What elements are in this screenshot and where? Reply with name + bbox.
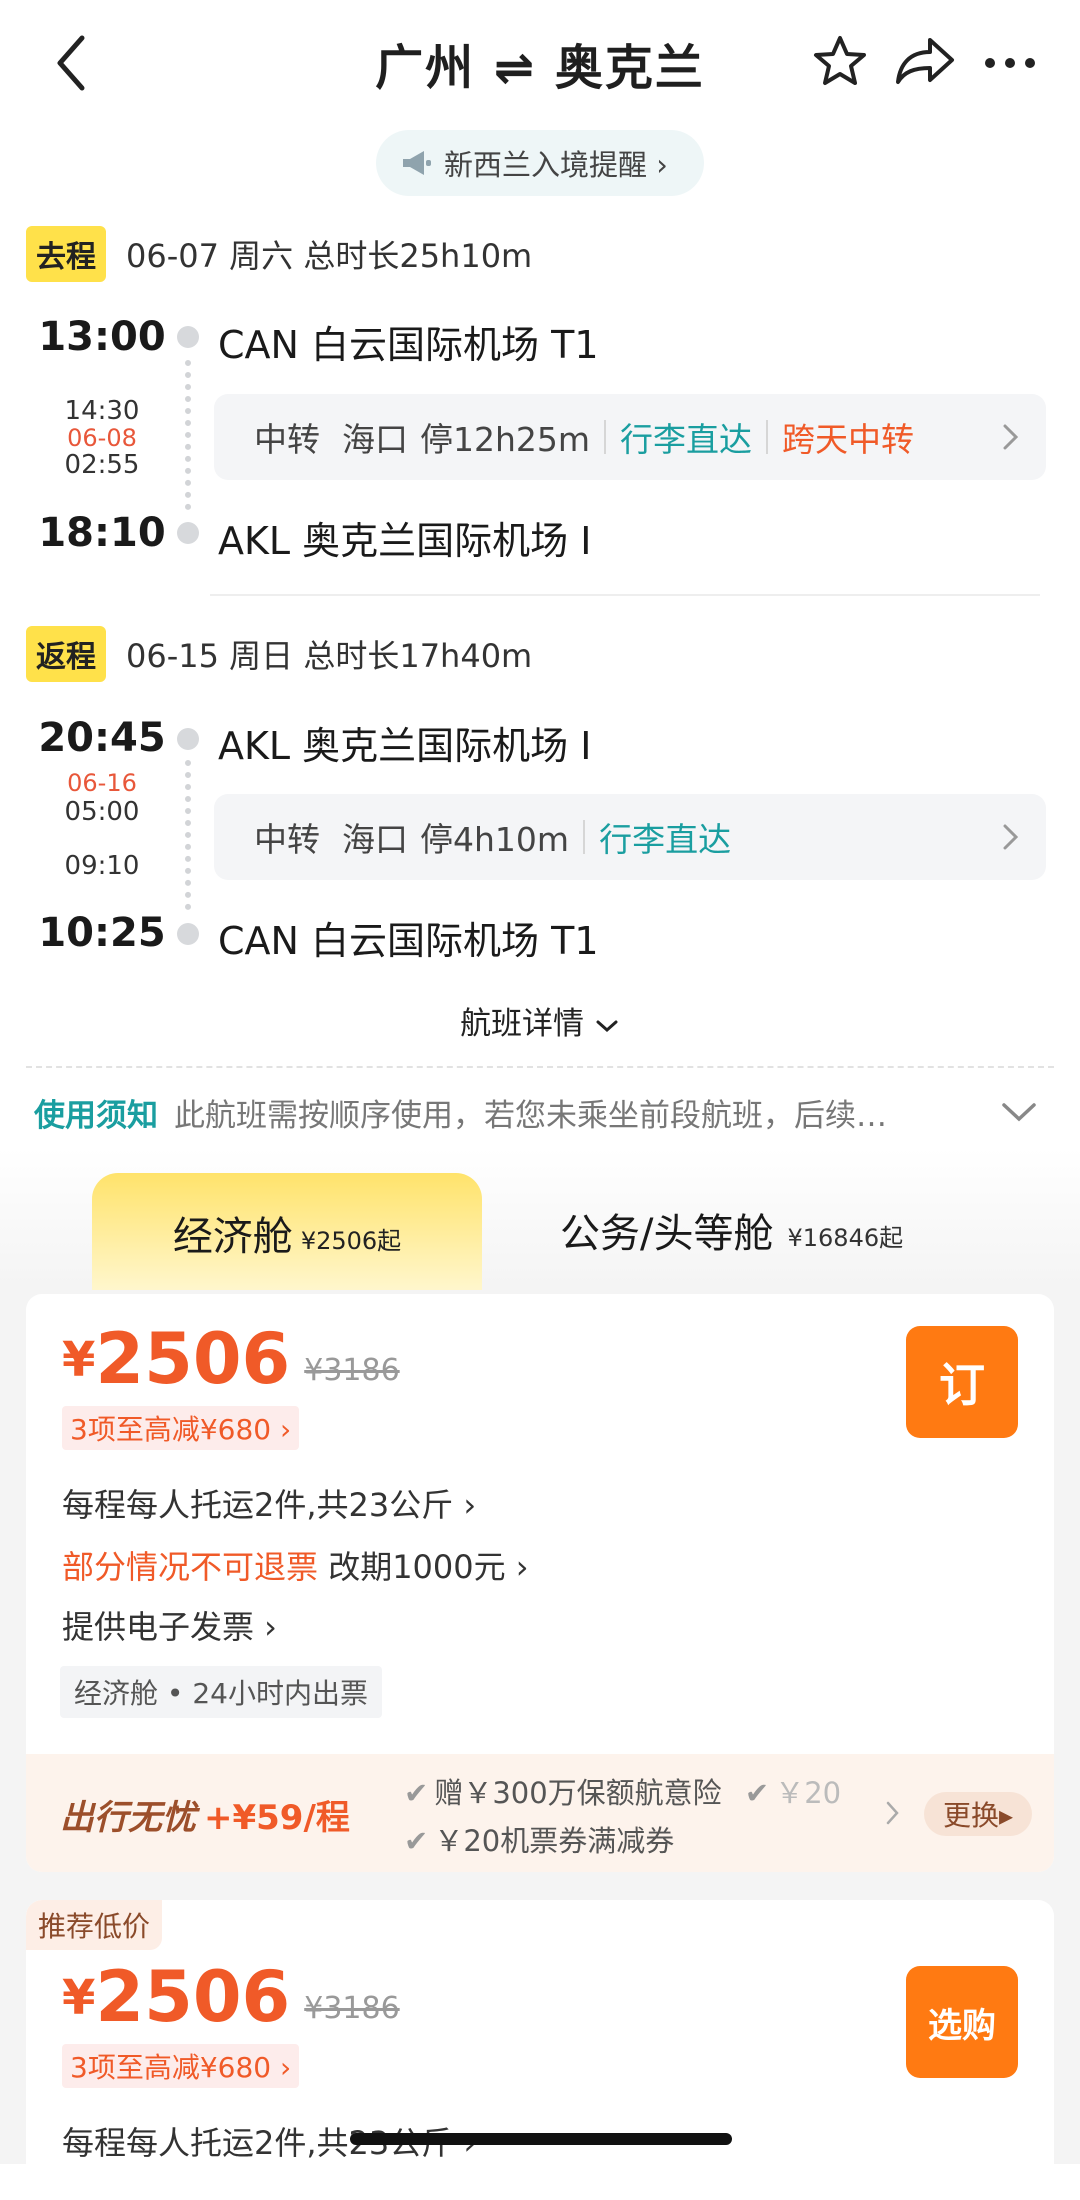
fare-price-row: ¥ 2506 ¥3186 <box>62 1962 400 2032</box>
timeline-line <box>185 760 191 910</box>
entry-notice-chip[interactable]: 新西兰入境提醒 › <box>376 130 704 196</box>
outbound-arrival-time: 18:10 <box>38 510 166 556</box>
outbound-transfer-card[interactable]: 中转 海口 停12h25m 行李直达 跨天中转 <box>214 394 1046 480</box>
megaphone-icon <box>403 151 431 175</box>
change-fee: 改期1000元 › <box>318 1548 529 1586</box>
home-indicator <box>350 2133 732 2145</box>
insurance-title: 出行无忧 <box>60 1798 196 1838</box>
return-transfer-card[interactable]: 中转 海口 停4h10m 行李直达 <box>214 794 1046 880</box>
fare-card[interactable]: ¥ 2506 ¥3186 3项至高减¥680 › 订 每程每人托运2件,共23公… <box>26 1294 1054 1872</box>
refund-warning: 部分情况不可退票 <box>62 1548 319 1586</box>
transfer-stay: 停4h10m <box>420 820 570 859</box>
share-icon[interactable] <box>892 30 958 90</box>
usage-rules-text: 此航班需按顺序使用，若您未乘坐前段航班，后续… <box>174 1098 887 1134</box>
fare-price-row: ¥ 2506 ¥3186 <box>62 1324 400 1394</box>
tab-economy-name: 经济舱 <box>172 1214 293 1260</box>
chevron-right-icon <box>1003 824 1019 850</box>
check-icon: ✔ <box>404 1824 429 1858</box>
discount-badge[interactable]: 3项至高减¥680 › <box>62 2044 300 2088</box>
insurance-benefit-2: ✔ ￥20机票券满减券 <box>404 1824 675 1858</box>
chevron-down-icon <box>596 1020 618 1032</box>
return-stop-depart: 09:10 <box>64 851 140 881</box>
separator <box>766 420 769 454</box>
fare-card[interactable]: 推荐低价 ¥ 2506 ¥3186 3项至高减¥680 › 选购 每程每人托运2… <box>26 1900 1054 2200</box>
invoice-info[interactable]: 提供电子发票 › <box>62 1602 277 1648</box>
check-icon: ✔ <box>744 1776 770 1810</box>
timeline-dot <box>177 326 199 348</box>
baggage-allowance[interactable]: 每程每人托运2件,共23公斤 › <box>62 1480 476 1526</box>
fare-price: 2506 <box>95 1956 291 2038</box>
chevron-right-icon <box>886 1801 899 1825</box>
select-purchase-button[interactable]: 选购 <box>906 1966 1018 2078</box>
cabin-ticketing-tag: 经济舱 • 24小时内出票 <box>60 1666 382 1718</box>
fare-original-price: ¥3186 <box>304 1991 400 2026</box>
fare-original-price: ¥3186 <box>304 1353 400 1388</box>
baggage-through-badge: 行李直达 <box>620 420 753 459</box>
favorite-star-icon[interactable] <box>810 32 870 92</box>
timeline-dot <box>177 522 199 544</box>
transfer-label: 中转 <box>254 420 320 459</box>
top-nav-bar: 广州 ⇌ 奥克兰 <box>0 0 1080 125</box>
book-button[interactable]: 订 <box>906 1326 1018 1438</box>
more-options-icon[interactable] <box>980 36 1040 90</box>
outbound-arrival-airport: AKL 奥克兰国际机场 I <box>218 519 592 563</box>
travel-insurance-banner[interactable]: 出行无忧 +¥59/程 ✔ 赠￥300万保额航意险 ✔ ￥20 ✔ ￥20机票券满减券… <box>26 1754 1054 1872</box>
outbound-tag: 去程 <box>26 226 106 282</box>
transfer-city: 海口 <box>342 820 408 859</box>
fare-list: ¥ 2506 ¥3186 3项至高减¥680 › 订 每程每人托运2件,共23公… <box>0 1290 1080 2200</box>
discount-badge[interactable]: 3项至高减¥680 › <box>62 1406 300 1450</box>
separator <box>604 420 607 454</box>
timeline-dot <box>177 923 199 945</box>
timeline-line <box>185 360 191 510</box>
insurance-price: +¥59/程 <box>204 1798 350 1838</box>
usage-rules-label: 使用须知 <box>34 1098 158 1134</box>
fare-currency: ¥ <box>62 1332 96 1388</box>
tab-business-first[interactable]: 公务/头等舱 ¥16846起 <box>560 1195 903 1265</box>
outbound-stop-arrive: 14:30 <box>64 396 140 426</box>
fare-price: 2506 <box>95 1318 291 1400</box>
check-icon: ✔ <box>404 1776 429 1810</box>
change-insurance-button[interactable]: 更换▸ <box>924 1792 1032 1836</box>
chevron-down-icon[interactable] <box>1000 1100 1038 1124</box>
return-arrival-airport: CAN 白云国际机场 T1 <box>218 919 599 963</box>
fare-currency: ¥ <box>62 1970 96 2026</box>
tab-economy-price: ¥2506起 <box>300 1226 402 1255</box>
refund-policy[interactable]: 部分情况不可退票 改期1000元 › <box>62 1542 529 1588</box>
baggage-through-badge: 行李直达 <box>599 820 732 859</box>
usage-rules[interactable]: 使用须知 此航班需按顺序使用，若您未乘坐前段航班，后续… <box>34 1090 1044 1135</box>
return-arrival-time: 10:25 <box>38 910 166 956</box>
return-summary: 06-15 周日 总时长17h40m <box>126 637 533 675</box>
recommended-tag: 推荐低价 <box>26 1900 163 1950</box>
outbound-stop-date: 06-08 <box>67 424 137 452</box>
tab-business-name: 公务/头等舱 <box>560 1211 774 1257</box>
timeline-dot <box>177 728 199 750</box>
return-stop-arrive: 05:00 <box>64 797 140 827</box>
entry-notice-label: 新西兰入境提醒 › <box>444 148 668 182</box>
flight-details-label: 航班详情 <box>460 1006 585 1042</box>
outbound-departure-airport: CAN 白云国际机场 T1 <box>218 323 599 367</box>
outbound-departure-time: 13:00 <box>38 314 166 360</box>
overnight-transfer-badge: 跨天中转 <box>782 420 915 459</box>
transfer-label: 中转 <box>254 820 320 859</box>
return-departure-time: 20:45 <box>38 715 166 761</box>
outbound-summary: 06-07 周六 总时长25h10m <box>126 237 533 275</box>
flight-details-toggle[interactable]: 航班详情 <box>0 998 1080 1043</box>
transfer-city: 海口 <box>342 420 408 459</box>
separator <box>583 820 586 854</box>
dashed-divider <box>26 1066 1054 1068</box>
section-divider <box>210 594 1040 596</box>
return-tag: 返程 <box>26 626 106 682</box>
chevron-right-icon <box>1003 424 1019 450</box>
outbound-header: 去程 06-07 周六 总时长25h10m <box>26 226 533 282</box>
return-stop-date: 06-16 <box>67 769 137 797</box>
return-departure-airport: AKL 奥克兰国际机场 I <box>218 724 592 768</box>
insurance-benefit-1: ✔ 赠￥300万保额航意险 ✔ ￥20 <box>404 1776 842 1810</box>
return-header: 返程 06-15 周日 总时长17h40m <box>26 626 533 682</box>
transfer-stay: 停12h25m <box>420 420 591 459</box>
tab-business-price: ¥16846起 <box>787 1223 904 1252</box>
tab-economy[interactable]: 经济舱 ¥2506起 <box>92 1173 482 1293</box>
outbound-stop-depart: 02:55 <box>64 450 140 480</box>
